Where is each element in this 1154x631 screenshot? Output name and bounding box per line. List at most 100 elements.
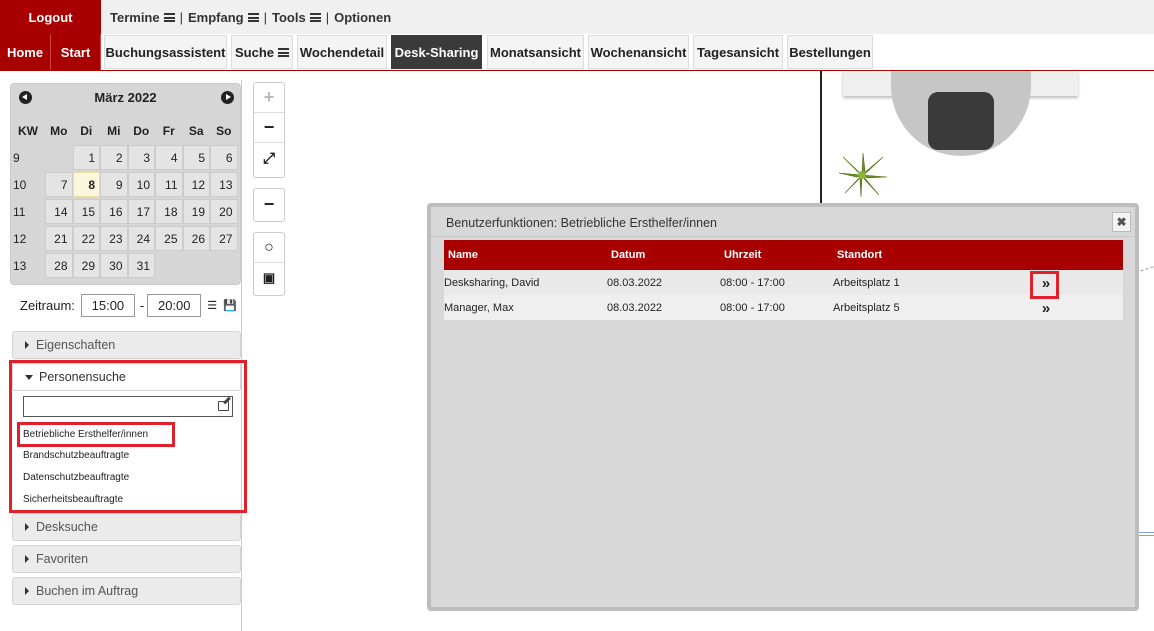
menu-tools[interactable]: Tools [272,10,321,25]
accordion-desksuche[interactable]: Desksuche [12,513,241,541]
cell-datum: 08.03.2022 [607,301,663,314]
weekday-header: KW [18,123,38,138]
tab-wochenansicht[interactable]: Wochenansicht [588,35,689,69]
calendar-day[interactable]: 4 [155,145,183,170]
weekday-header: Fr [162,123,175,138]
zoom-in-button[interactable]: + [254,83,284,113]
row-action-button[interactable]: » [1035,300,1053,317]
calendar-day[interactable]: 12 [182,172,210,197]
calendar-day[interactable]: 16 [100,199,128,224]
calendar-header-row: KW Mo Di Mi Do Fr Sa So [11,118,238,145]
tab-suche[interactable]: Suche [231,35,293,69]
logout-button[interactable]: Logout [0,0,101,35]
calendar-day[interactable]: 19 [182,199,210,224]
weekday-header: Mo [50,123,68,138]
list-icon[interactable]: ☰ [207,299,217,312]
accordion-label: Desksuche [36,520,98,534]
calendar-day[interactable]: 30 [100,253,128,278]
calendar-day[interactable]: 27 [210,226,238,251]
time-to-input[interactable]: 20:00 [147,294,202,317]
calendar-day[interactable]: 1 [72,145,100,170]
person-search-input[interactable] [23,396,233,417]
calendar-day[interactable]: 15 [72,199,100,224]
calendar-day[interactable]: 23 [100,226,128,251]
accordion-favoriten[interactable]: Favoriten [12,545,241,573]
home-button[interactable]: Home [0,34,51,70]
tab-wochendetail[interactable]: Wochendetail [297,35,387,69]
calendar-day[interactable]: 2 [100,145,128,170]
calendar-day[interactable]: 9 [100,172,128,197]
calendar-day[interactable]: 31 [127,253,155,278]
col-standort[interactable]: Standort [837,240,882,270]
menu-separator: | [179,10,183,25]
calendar-day[interactable]: 18 [155,199,183,224]
calendar-day[interactable]: 21 [45,226,73,251]
weekday-header: Do [133,123,150,138]
calendar-day[interactable]: 11 [155,172,183,197]
link-datenschutz[interactable]: Datenschutzbeauftragte [23,472,129,483]
col-datum[interactable]: Datum [611,240,645,270]
zeitraum-label: Zeitraum: [20,298,75,313]
fit-screen-button[interactable]: ⤢ [254,143,284,173]
menu-separator: | [263,10,268,25]
menu-termine[interactable]: Termine [110,10,175,25]
link-sicherheit[interactable]: Sicherheitsbeauftragte [23,494,123,505]
tab-tagesansicht[interactable]: Tagesansicht [693,35,783,69]
week-number: 13 [13,258,27,273]
circle-tool-button[interactable]: ○ [254,233,284,263]
edit-icon[interactable] [218,401,229,411]
close-icon[interactable]: ✖ [1112,212,1131,232]
accordion-buchen-im-auftrag[interactable]: Buchen im Auftrag [12,577,241,605]
calendar-day-today[interactable]: 8 [72,172,100,197]
menu-empfang[interactable]: Empfang [188,10,259,25]
calendar-day[interactable]: 28 [45,253,73,278]
calendar-day[interactable]: 13 [210,172,238,197]
sidebar: März 2022 KW Mo Di Mi Do Fr Sa So 9 1 2 3 4 5 6 10 7 8 9 10… [10,80,242,631]
accordion-eigenschaften[interactable]: Eigenschaften [12,331,241,359]
calendar-week-row: 9 123456 [11,145,238,172]
dialog-title: Benutzerfunktionen: Betriebliche Ersthel… [446,216,717,230]
calendar-grid: KW Mo Di Mi Do Fr Sa So 9 1 2 3 4 5 6 10 7 8 9 10 11 12 13 11 14… [11,118,238,280]
weekday-header: Di [80,123,93,138]
row-action-button[interactable]: » [1035,275,1053,292]
zoom-toolbar: + − ⤢ [253,82,285,178]
person-tool-button[interactable]: ▣ [254,263,284,293]
calendar-day[interactable]: 7 [45,172,73,197]
tab-bestellungen[interactable]: Bestellungen [787,35,873,69]
time-dash: - [139,298,145,313]
link-brandschutz[interactable]: Brandschutzbeauftragte [23,450,129,461]
calendar-day[interactable]: 3 [127,145,155,170]
tab-buchungsassistent[interactable]: Buchungsassistent [104,35,227,69]
calendar-day[interactable]: 5 [182,145,210,170]
minus-button[interactable]: − [254,189,284,219]
tab-desk-sharing[interactable]: Desk-Sharing [391,35,482,69]
save-icon[interactable]: 💾 [223,299,237,312]
table-header: Name Datum Uhrzeit Standort [444,240,1123,270]
col-name[interactable]: Name [448,240,478,270]
accordion-personensuche[interactable]: Personensuche [12,363,241,391]
calendar-day[interactable]: 25 [155,226,183,251]
next-month-icon[interactable] [221,91,234,104]
calendar-day[interactable]: 14 [45,199,73,224]
caret-right-icon [25,523,29,531]
calendar-day[interactable]: 17 [127,199,155,224]
calendar-week-row: 12 21 22 23 24 25 26 27 [11,226,238,253]
calendar-day[interactable]: 24 [127,226,155,251]
calendar-day[interactable]: 6 [210,145,238,170]
start-button[interactable]: Start [51,34,101,70]
accordion-label: Buchen im Auftrag [36,584,139,598]
top-menu: Termine | Empfang | Tools | Optionen [110,0,391,35]
link-ersthelfer[interactable]: Betriebliche Ersthelfer/innen [23,429,148,440]
calendar-day[interactable]: 29 [72,253,100,278]
tab-monatsansicht[interactable]: Monatsansicht [487,35,584,69]
zoom-out-button[interactable]: − [254,113,284,143]
week-number: 12 [13,231,27,246]
calendar-day[interactable]: 20 [210,199,238,224]
calendar-day[interactable]: 26 [182,226,210,251]
time-from-input[interactable]: 15:00 [80,294,135,317]
floorplan-chair [928,92,994,150]
calendar-day[interactable]: 10 [127,172,155,197]
col-uhrzeit[interactable]: Uhrzeit [724,240,761,270]
menu-optionen[interactable]: Optionen [334,10,391,25]
calendar-day[interactable]: 22 [72,226,100,251]
